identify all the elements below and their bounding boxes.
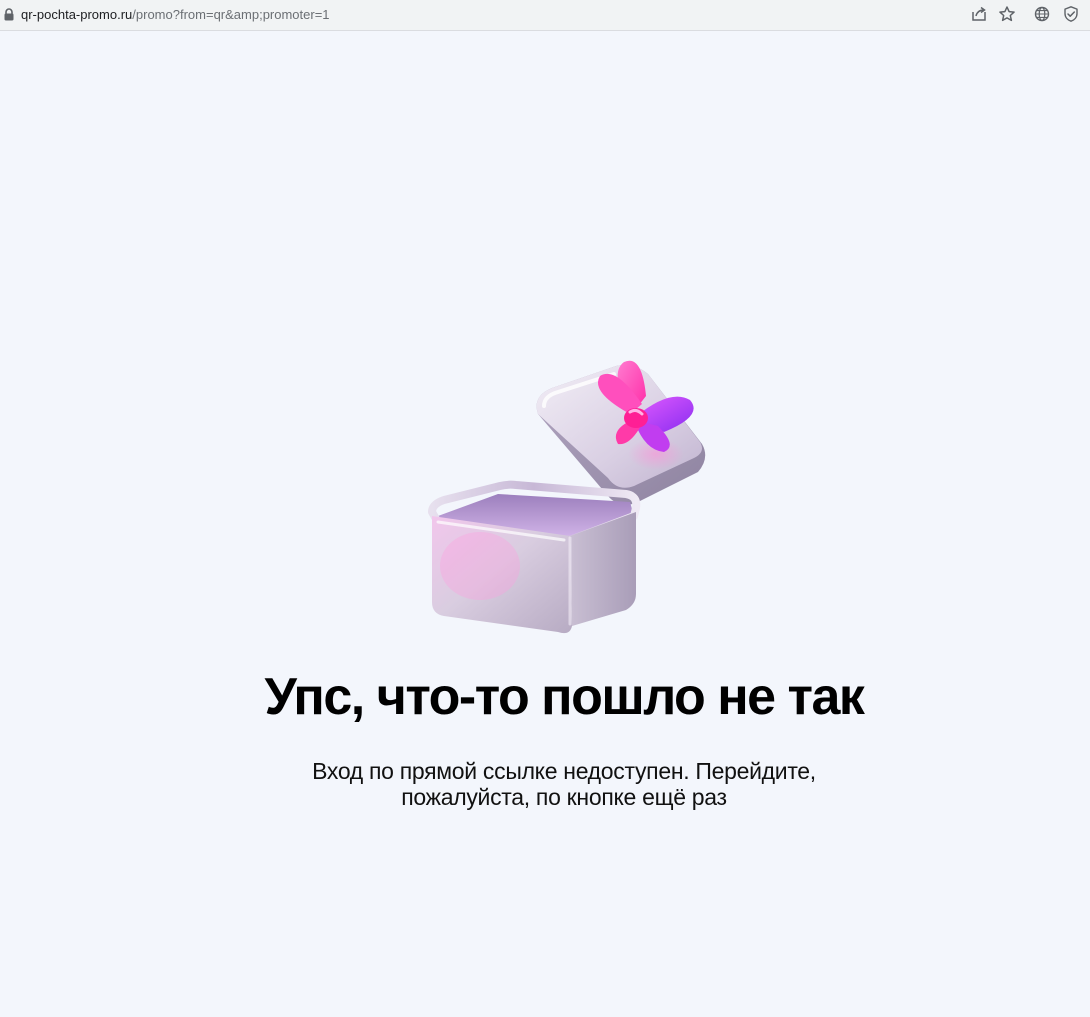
- share-icon[interactable]: [970, 5, 988, 23]
- url-text[interactable]: qr-pochta-promo.ru/promo?from=qr&amp;pro…: [21, 6, 330, 23]
- shield-check-icon[interactable]: [1062, 5, 1080, 23]
- gift-box-illustration: [428, 360, 706, 634]
- browser-address-bar: qr-pochta-promo.ru/promo?from=qr&amp;pro…: [0, 0, 1090, 31]
- page-title: Упс, что-то пошло не так: [264, 668, 865, 726]
- error-message-line-2: пожалуйста, по кнопке ещё раз: [401, 784, 727, 810]
- gift-box-body: [428, 480, 641, 634]
- star-icon[interactable]: [998, 5, 1016, 23]
- url-host: qr-pochta-promo.ru: [21, 7, 133, 22]
- omnibox[interactable]: qr-pochta-promo.ru/promo?from=qr&amp;pro…: [0, 0, 1022, 29]
- lock-icon[interactable]: [3, 8, 15, 21]
- url-path: /promo?from=qr&amp;promoter=1: [132, 7, 330, 22]
- globe-icon[interactable]: [1033, 5, 1051, 23]
- error-message: Вход по прямой ссылке недоступен. Перейд…: [0, 758, 1090, 810]
- error-message-line-1: Вход по прямой ссылке недоступен. Перейд…: [312, 758, 816, 784]
